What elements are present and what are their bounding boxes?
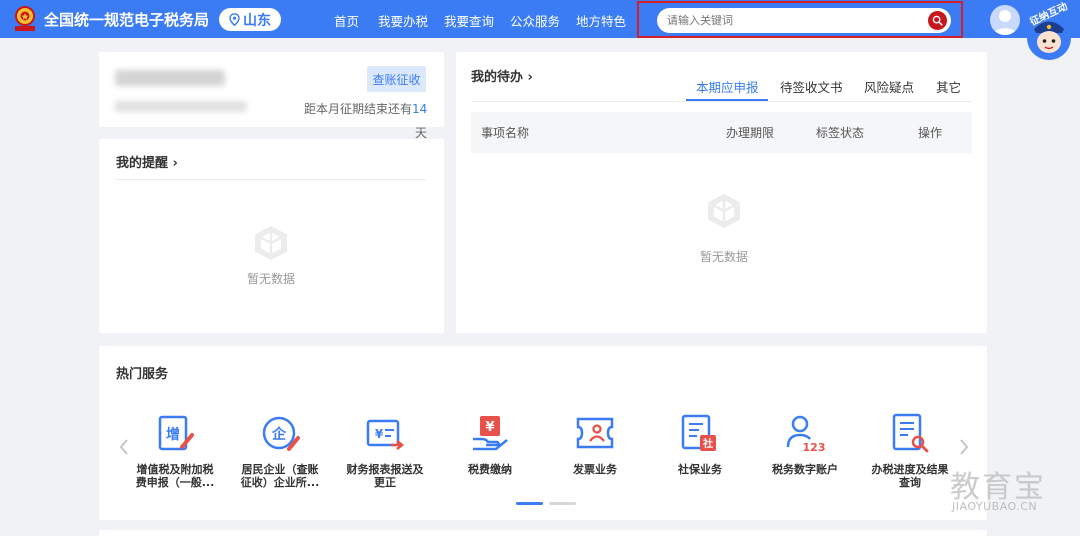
svg-text:企: 企 xyxy=(271,426,287,443)
invoice-icon xyxy=(576,417,614,449)
service-label: 税务数字账户 xyxy=(772,463,838,476)
mascot-interaction-icon[interactable]: 征纳互动 xyxy=(1021,2,1077,62)
nav-local-features[interactable]: 地方特色 xyxy=(576,11,626,30)
account-card: 查账征收 距本月征期结束还有14 天 xyxy=(99,52,444,140)
digital-account-icon: 123 xyxy=(786,415,825,454)
service-item-vat[interactable]: 增 增值税及附加税 费申报（一般... xyxy=(125,413,225,489)
service-item-invoice[interactable]: 发票业务 xyxy=(545,413,645,476)
svg-text:社: 社 xyxy=(702,437,713,450)
svg-text:¥: ¥ xyxy=(375,427,384,441)
service-label: 更正 xyxy=(374,476,396,489)
service-item-social-insurance[interactable]: 社 社保业务 xyxy=(650,413,750,476)
service-item-financial-report[interactable]: ¥ 财务报表报送及 更正 xyxy=(335,413,435,489)
tab-others[interactable]: 其它 xyxy=(936,77,961,96)
svg-text:123: 123 xyxy=(803,441,825,454)
todo-title-text: 我的待办 xyxy=(471,70,524,85)
nav-handle-tax[interactable]: 我要办税 xyxy=(378,11,428,30)
user-avatar[interactable] xyxy=(990,5,1020,35)
col-tag-status: 标签状态 xyxy=(816,126,865,140)
service-label: 社保业务 xyxy=(678,463,722,476)
reminders-title[interactable]: 我的提醒 › xyxy=(116,152,178,171)
service-label: 查询 xyxy=(899,476,921,489)
carousel-dot[interactable] xyxy=(549,502,576,505)
deadline-prefix: 距本月征期结束还有 xyxy=(304,102,413,116)
deadline-days: 14 xyxy=(412,102,428,116)
financial-report-icon: ¥ xyxy=(366,419,405,450)
tabs-divider xyxy=(471,101,972,102)
service-label: 税费缴纳 xyxy=(468,463,512,476)
col-item-name: 事项名称 xyxy=(481,126,530,140)
empty-box-icon xyxy=(708,194,740,228)
collection-type-tag[interactable]: 查账征收 xyxy=(367,66,426,92)
nav-public-service[interactable]: 公众服务 xyxy=(510,11,560,30)
service-item-tax-payment[interactable]: ¥ 税费缴纳 xyxy=(440,413,540,476)
col-deadline: 办理期限 xyxy=(726,126,775,140)
enterprise-tax-icon: 企 xyxy=(262,416,300,451)
tax-emblem-logo[interactable] xyxy=(12,5,38,33)
chevron-right-icon: › xyxy=(527,70,533,85)
service-label: 发票业务 xyxy=(573,463,617,476)
col-actions: 操作 xyxy=(918,126,943,140)
service-label: 居民企业（查账 xyxy=(241,463,319,476)
search-icon xyxy=(932,15,943,26)
nav-query[interactable]: 我要查询 xyxy=(444,11,494,30)
chevron-right-icon: › xyxy=(172,156,178,171)
reminders-divider xyxy=(116,179,426,180)
region-label: 山东 xyxy=(243,12,271,29)
reminders-title-text: 我的提醒 xyxy=(116,156,169,171)
service-item-progress-query[interactable]: 办税进度及结果 查询 xyxy=(860,413,960,489)
empty-box-icon xyxy=(255,226,287,260)
region-selector[interactable]: 山东 xyxy=(219,8,281,31)
location-pin-icon xyxy=(229,13,240,26)
search-input[interactable] xyxy=(667,11,917,29)
service-label: 增值税及附加税 xyxy=(136,463,214,476)
watermark-url: JIAOYUBAO.CN xyxy=(952,500,1038,513)
search-highlight-box xyxy=(637,1,963,38)
user-avatar-icon xyxy=(993,10,1017,35)
tab-risk-doubts[interactable]: 风险疑点 xyxy=(864,77,914,96)
progress-query-icon xyxy=(892,413,929,453)
service-item-enterprise-tax[interactable]: 企 居民企业（查账 征收）企业所... xyxy=(230,413,330,489)
tax-payment-icon: ¥ xyxy=(473,416,508,451)
search-button[interactable] xyxy=(928,11,947,30)
service-label: 办税进度及结果 xyxy=(871,463,949,476)
service-label: 征收）企业所... xyxy=(240,476,320,489)
tab-current-declaration[interactable]: 本期应申报 xyxy=(696,77,759,96)
next-section-card xyxy=(99,530,987,536)
tab-documents-to-sign[interactable]: 待签收文书 xyxy=(780,77,843,96)
reminders-empty-text: 暂无数据 xyxy=(247,272,296,286)
social-insurance-icon: 社 xyxy=(681,414,716,451)
reminders-card: 我的提醒 › 暂无数据 xyxy=(99,139,444,333)
svg-text:增: 增 xyxy=(166,426,180,443)
site-title: 全国统一规范电子税务局 xyxy=(44,11,210,29)
service-label: 费申报（一般... xyxy=(135,476,215,489)
search-bar xyxy=(657,8,951,33)
service-label: 财务报表报送及 xyxy=(346,463,424,476)
top-nav-bar: 全国统一规范电子税务局 山东 首页 我要办税 我要查询 公众服务 地方特色 xyxy=(0,0,1080,38)
todo-title[interactable]: 我的待办 › xyxy=(471,66,533,85)
nav-home[interactable]: 首页 xyxy=(334,11,359,30)
todo-table-header: 事项名称 办理期限 标签状态 操作 xyxy=(471,112,972,153)
svg-text:¥: ¥ xyxy=(485,420,494,435)
taxpayer-id-blurred xyxy=(115,101,247,112)
service-item-digital-account[interactable]: 123 税务数字账户 xyxy=(755,413,855,476)
deadline-notice: 距本月征期结束还有14 xyxy=(304,100,427,117)
taxpayer-name-blurred xyxy=(115,70,225,86)
carousel-dot-active[interactable] xyxy=(516,502,543,505)
vat-icon: 增 xyxy=(158,415,194,451)
todo-empty-text: 暂无数据 xyxy=(700,250,749,264)
hot-services-title: 热门服务 xyxy=(116,367,169,382)
